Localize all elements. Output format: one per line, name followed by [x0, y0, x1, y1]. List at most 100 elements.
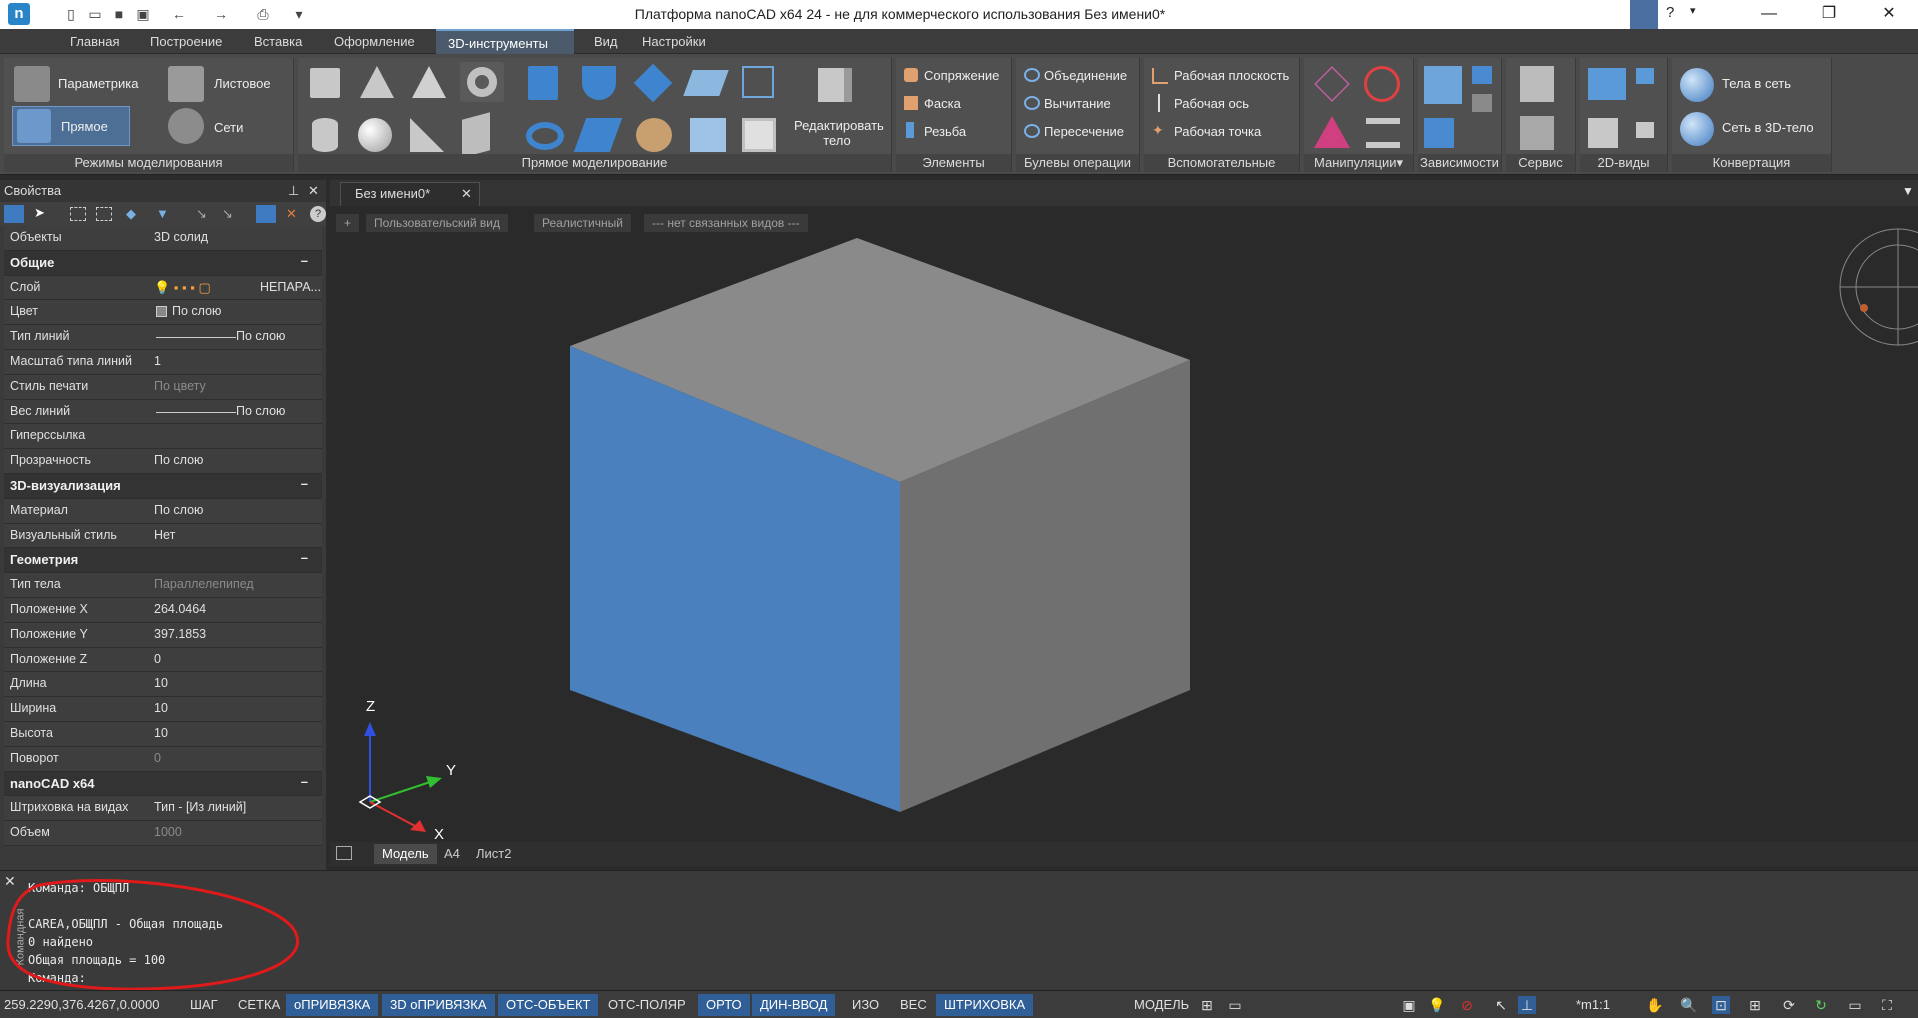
mirror-icon[interactable]: [1366, 118, 1400, 148]
select-cursor-icon[interactable]: ➤: [34, 205, 50, 223]
direct-button[interactable]: Прямое: [12, 106, 130, 146]
toggle-3d-osnap[interactable]: 3D оПРИВЯЗКА: [382, 994, 495, 1016]
dependency-small-icon-2[interactable]: [1472, 94, 1492, 112]
coordinates-readout[interactable]: 259.2290,376.4267,0.0000: [0, 994, 167, 1016]
prop-category-nanocad[interactable]: nanoCAD x64 –: [4, 771, 322, 797]
fillet-button[interactable]: Сопряжение: [924, 68, 999, 83]
torus-button[interactable]: [460, 62, 504, 102]
fullscreen-icon[interactable]: ⛶: [1878, 996, 1896, 1014]
tab-sheet2[interactable]: Лист2: [468, 844, 519, 864]
print-icon[interactable]: ⎙: [254, 5, 272, 23]
thread-button[interactable]: Резьба: [924, 124, 966, 139]
mesh-button[interactable]: Сети: [214, 120, 243, 135]
select-similar-icon[interactable]: ◆: [126, 206, 142, 222]
zoom-icon[interactable]: 🔍: [1680, 996, 1698, 1014]
layout-icon[interactable]: ▭: [1226, 996, 1244, 1014]
prop-category-geometry[interactable]: Геометрия –: [4, 548, 322, 574]
sheet-button[interactable]: Листовое: [214, 76, 271, 91]
tab-list-icon[interactable]: ▼: [1902, 184, 1914, 198]
dynamic-ucs-icon[interactable]: ⊥: [1518, 996, 1536, 1014]
select-icon[interactable]: ↖: [1492, 996, 1510, 1014]
toggle-polar[interactable]: ОТС-ПОЛЯР: [600, 994, 694, 1016]
parametric-button[interactable]: Параметрика: [58, 76, 138, 91]
select-crossing-icon[interactable]: [96, 207, 112, 221]
edit-body-icon[interactable]: [818, 68, 852, 102]
tab-settings[interactable]: Настройки: [630, 29, 718, 54]
nanocad-logo-icon[interactable]: n: [8, 3, 30, 25]
tab-3d-tools[interactable]: 3D-инструменты: [436, 29, 574, 54]
tab-home[interactable]: Главная: [58, 29, 131, 54]
sheet-icon[interactable]: [168, 66, 204, 102]
tab-build[interactable]: Построение: [138, 29, 234, 54]
toggle-grid[interactable]: СЕТКА: [230, 994, 288, 1016]
tab-insert[interactable]: Вставка: [242, 29, 314, 54]
view-small-icon[interactable]: [1636, 68, 1654, 84]
tool-icon-2[interactable]: ↘: [222, 206, 238, 222]
viewport-icon[interactable]: ⊞: [1198, 996, 1216, 1014]
prop-row-body-type[interactable]: Тип тела Параллелепипед: [4, 573, 322, 598]
toggle-lineweight[interactable]: ВЕС: [892, 994, 935, 1016]
orbit-icon[interactable]: ⟳: [1780, 996, 1798, 1014]
dropdown-icon[interactable]: ▾: [290, 5, 308, 23]
model-space-label[interactable]: МОДЕЛЬ: [1126, 994, 1197, 1016]
save-icon[interactable]: ■: [110, 5, 128, 23]
box-icon[interactable]: [310, 68, 340, 98]
extrude-icon[interactable]: [528, 66, 558, 100]
collapse-icon[interactable]: –: [301, 774, 308, 789]
workspace-icon[interactable]: [1630, 0, 1658, 29]
revolve-icon[interactable]: [582, 66, 616, 100]
tab-a4[interactable]: A4: [436, 844, 468, 864]
zoom-window-icon[interactable]: ⊡: [1712, 996, 1730, 1014]
sweep-icon[interactable]: [683, 70, 729, 96]
open-folder-icon[interactable]: ▭: [86, 5, 104, 23]
model-viewport[interactable]: + Пользовательский вид Реалистичный --- …: [330, 206, 1918, 868]
restore-button[interactable]: ❐: [1806, 2, 1852, 26]
collapse-icon[interactable]: –: [301, 253, 308, 268]
polysolid-icon[interactable]: [462, 112, 490, 158]
collapse-icon[interactable]: –: [301, 476, 308, 491]
toggle-dyn-input[interactable]: ДИН-ВВОД: [752, 994, 836, 1016]
thicken-icon[interactable]: [573, 118, 623, 152]
group-label[interactable]: Манипуляции▾: [1304, 154, 1413, 172]
prop-row-rotation[interactable]: Поворот 0: [4, 746, 322, 772]
transparency-icon[interactable]: ▣: [1400, 996, 1418, 1014]
redo-icon[interactable]: →: [212, 5, 230, 23]
pan-icon[interactable]: ✋: [1646, 996, 1664, 1014]
undo-icon[interactable]: ←: [170, 5, 188, 23]
subtract-button[interactable]: Вычитание: [1044, 96, 1111, 111]
filter-icon[interactable]: ▼: [156, 206, 172, 222]
wedge-icon[interactable]: [410, 118, 444, 152]
lightbulb-icon[interactable]: 💡: [1428, 996, 1446, 1014]
face-icon[interactable]: [742, 118, 776, 152]
dependency-icon[interactable]: [1424, 66, 1462, 104]
prop-row-position-y[interactable]: Положение Y 397.1853: [4, 622, 322, 648]
dependency-icon-2[interactable]: [1424, 118, 1454, 148]
align-icon[interactable]: [1314, 116, 1350, 148]
work-plane-button[interactable]: Рабочая плоскость: [1174, 68, 1289, 83]
new-file-icon[interactable]: ▯: [62, 5, 80, 23]
prop-row-linetype[interactable]: Тип линий По слою: [4, 325, 322, 350]
prop-row-hatch-views[interactable]: Штриховка на видах Тип - [Из линий]: [4, 796, 322, 822]
close-icon[interactable]: ✕: [308, 180, 319, 202]
prop-row-objects[interactable]: Объекты 3D солид: [4, 226, 322, 251]
service-icon[interactable]: [1520, 66, 1554, 102]
close-button[interactable]: ✕: [1866, 2, 1912, 26]
toggle-otrack[interactable]: ОТС-ОБЪЕКТ: [498, 994, 599, 1016]
service-icon-2[interactable]: [1520, 116, 1554, 150]
prop-row-layer[interactable]: Слой 💡 ▪ ▪ ▪ ▢ НЕПАРА...: [4, 275, 322, 301]
section-icon[interactable]: [636, 118, 672, 152]
help-icon[interactable]: ?: [1666, 4, 1674, 21]
minimize-button[interactable]: —: [1746, 2, 1792, 26]
work-point-button[interactable]: Рабочая точка: [1174, 124, 1261, 139]
dependency-small-icon[interactable]: [1472, 66, 1492, 84]
prop-row-position-z[interactable]: Положение Z 0: [4, 647, 322, 673]
display-icon[interactable]: ▭: [1846, 996, 1864, 1014]
pin-icon[interactable]: ⊥: [288, 180, 299, 202]
toggle-iso[interactable]: ИЗО: [844, 994, 887, 1016]
tool-icon[interactable]: ↘: [196, 206, 212, 222]
save-all-icon[interactable]: ▣: [134, 5, 152, 23]
prop-row-hyperlink[interactable]: Гиперссылка: [4, 424, 322, 450]
solid-to-mesh-button[interactable]: Тела в сеть: [1722, 76, 1791, 91]
prop-category-general[interactable]: Общие –: [4, 250, 322, 276]
prop-row-transparency[interactable]: Прозрачность По слою: [4, 449, 322, 474]
